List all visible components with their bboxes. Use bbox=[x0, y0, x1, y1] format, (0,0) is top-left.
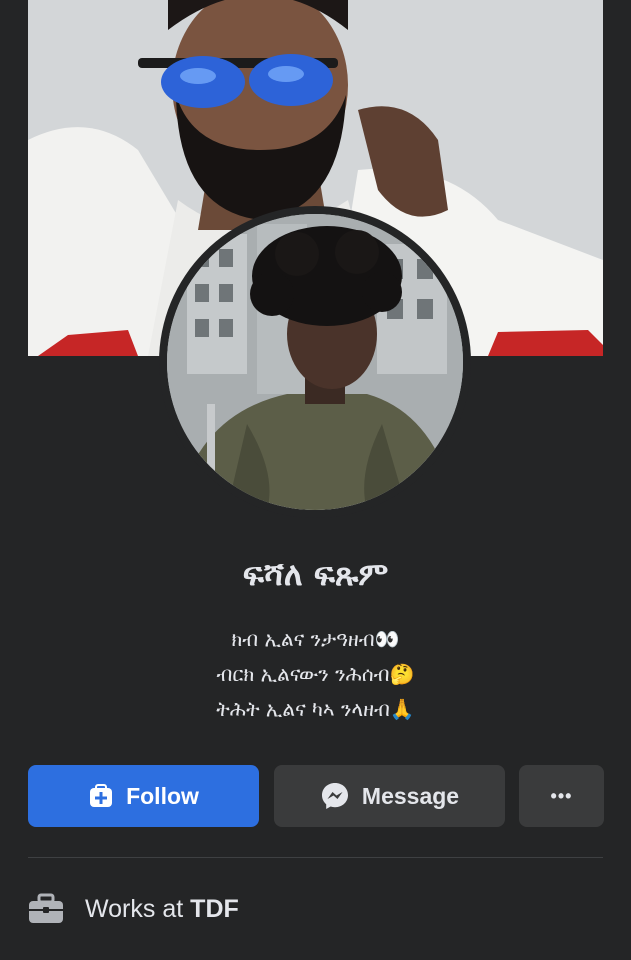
bio-line-1: ክብ ኢልና ንታዓዘብ👀 bbox=[231, 627, 400, 651]
bio-line-2: ብርክ ኢልናውን ንሕሰብ🤔 bbox=[216, 662, 415, 686]
follow-label: Follow bbox=[126, 782, 199, 809]
add-friend-icon bbox=[88, 783, 114, 809]
works-at-label: Works at bbox=[85, 894, 184, 923]
work-info: Works at TDF bbox=[28, 885, 239, 933]
follow-button[interactable]: Follow bbox=[28, 765, 259, 827]
more-options-button[interactable]: ••• bbox=[519, 765, 604, 827]
message-label: Message bbox=[361, 782, 460, 809]
workplace-link[interactable]: TDF bbox=[190, 895, 239, 924]
profile-name: ፍሻለ ፍጹም bbox=[242, 555, 389, 593]
more-icon: ••• bbox=[550, 785, 573, 806]
message-button[interactable]: Message bbox=[274, 765, 505, 827]
profile-bio: ክብ ኢልና ንታዓዘብ👀 ብርክ ኢልናውን ንሕሰብ🤔 ትሕት ኢልና ካኣ… bbox=[0, 622, 631, 727]
section-divider bbox=[28, 857, 603, 858]
messenger-icon bbox=[320, 781, 350, 811]
bio-line-3: ትሕት ኢልና ካኣ ንላዘብ🙏 bbox=[216, 697, 415, 721]
profile-avatar[interactable] bbox=[167, 214, 463, 510]
profile-avatar-image bbox=[167, 214, 463, 510]
briefcase-icon bbox=[28, 893, 64, 925]
